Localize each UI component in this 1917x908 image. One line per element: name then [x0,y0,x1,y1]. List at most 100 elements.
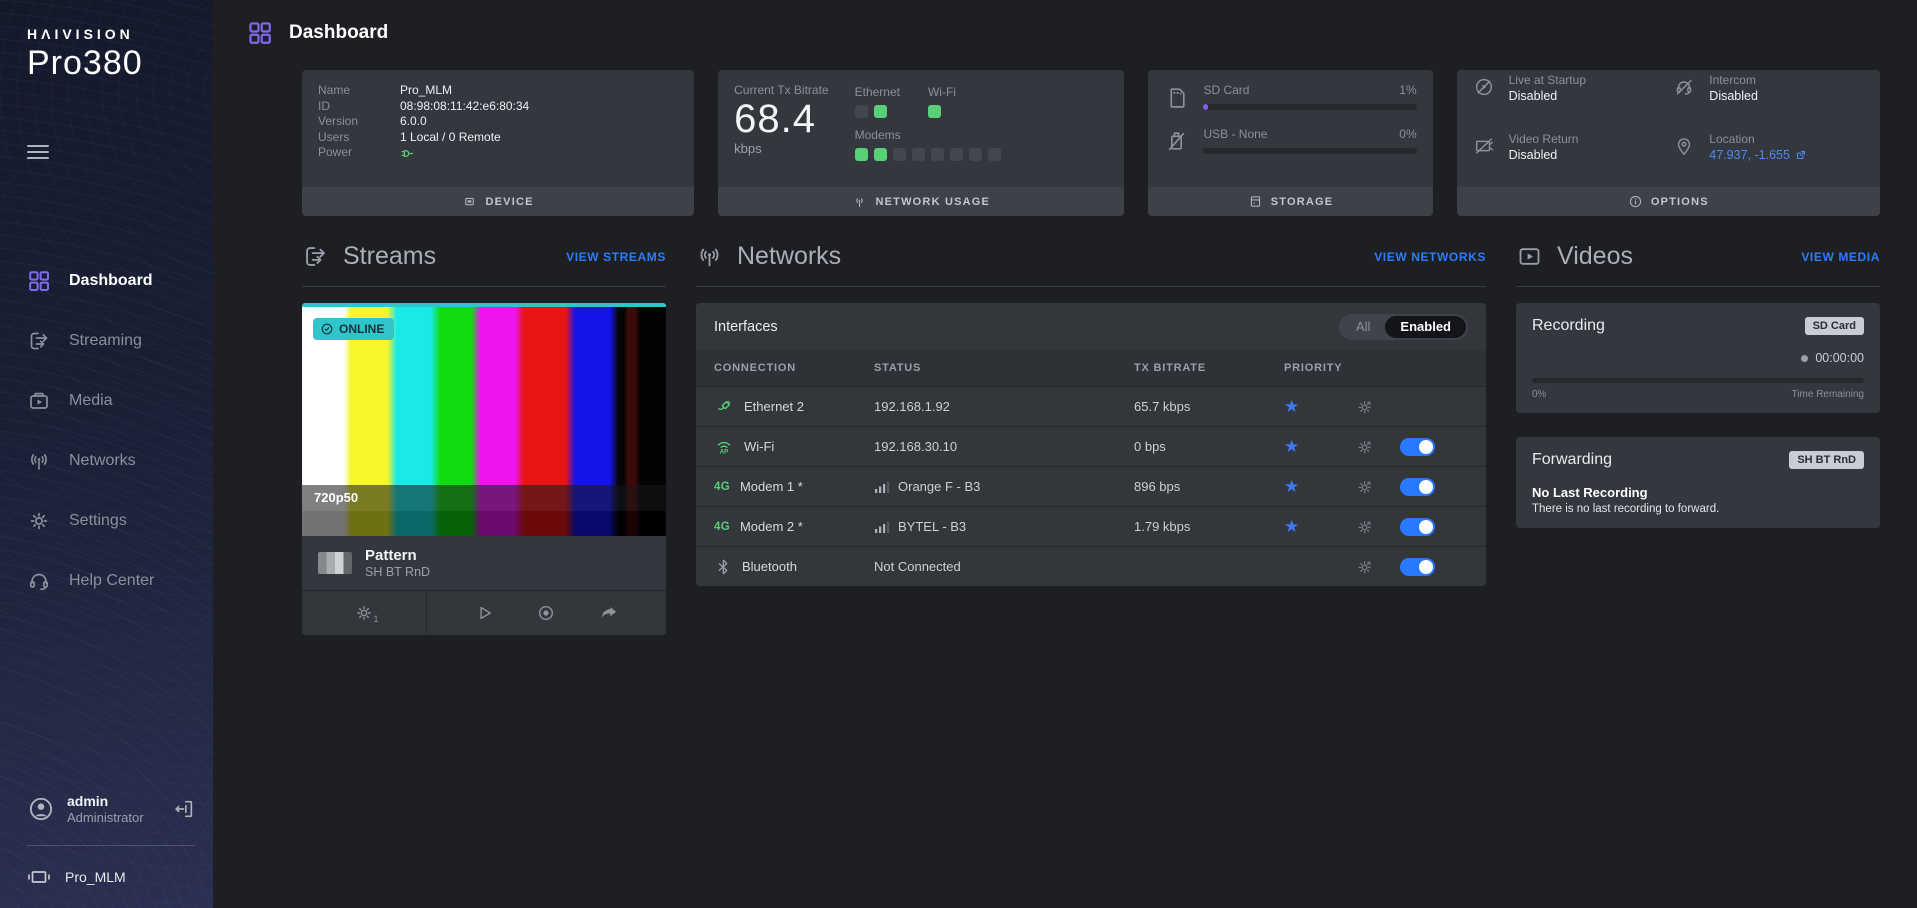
config-gear-icon[interactable] [1356,518,1374,536]
networks-title: Networks [737,242,1360,271]
bluetooth-icon [714,558,732,576]
stream-card[interactable]: ONLINE 720p50 Pattern SH BT RnD [302,303,666,635]
config-gear-icon[interactable] [1356,558,1374,576]
sidebar-item-streaming[interactable]: Streaming [0,311,213,371]
sidebar-item-label: Dashboard [69,272,153,290]
options-card-footer[interactable]: OPTIONS [1457,187,1880,216]
check-circle-icon [320,322,334,336]
device-id-label: ID [318,99,400,115]
sidebar-item-label: Settings [69,512,127,530]
priority-star-icon[interactable]: ★ [1284,517,1340,537]
interface-row-ethernet2[interactable]: Ethernet 2 192.168.1.92 65.7 kbps ★ [696,386,1486,426]
priority-star-icon[interactable]: ★ [1284,437,1340,457]
user-role: Administrator [67,810,161,825]
interface-toggle[interactable] [1400,478,1435,496]
stream-resolution: 720p50 [302,485,666,511]
usage-cell-off [931,148,944,161]
usage-cell-off [969,148,982,161]
interface-toggle[interactable] [1400,558,1435,576]
svg-text:AP: AP [720,448,729,455]
device-card: NamePro_MLM ID08:98:08:11:42:e6:80:34 Ve… [302,70,694,216]
network-usage-card-footer[interactable]: NETWORK USAGE [718,187,1124,216]
location-link[interactable]: 47.937, -1.655 [1709,148,1807,162]
user-row[interactable]: admin Administrator [27,793,195,825]
record-icon [536,603,556,623]
networks-antenna-icon [696,243,723,270]
dashboard-grid-icon [27,269,51,293]
tx-bitrate-unit: kbps [734,141,828,156]
interface-status: Orange F - B3 [898,479,980,494]
logout-icon[interactable] [173,798,195,820]
recording-dot-icon [1801,355,1808,362]
interface-toggle[interactable] [1400,438,1435,456]
sidebar-item-label: Networks [69,452,136,470]
gear-icon [354,603,374,623]
record-button[interactable] [536,603,556,623]
filter-enabled[interactable]: Enabled [1385,316,1466,338]
interface-row-modem1[interactable]: 4G Modem 1 * Orange F - B3 896 bps ★ [696,466,1486,506]
device-id-value: 08:98:08:11:42:e6:80:34 [400,99,529,115]
app-root: HΛIVISION Pro380 Dashboard Streaming [0,0,1917,908]
media-icon [27,389,51,413]
interface-row-modem2[interactable]: 4G Modem 2 * BYTEL - B3 1.79 kbps ★ [696,506,1486,546]
recording-title: Recording [1532,317,1605,335]
stream-settings-button[interactable]: 1 [302,591,427,635]
view-media-link[interactable]: VIEW MEDIA [1801,250,1880,264]
forward-button[interactable] [599,603,619,623]
interface-row-wifi[interactable]: AP Wi-Fi 192.168.30.10 0 bps ★ [696,426,1486,466]
ethernet-icon [714,397,734,417]
sidebar-item-settings[interactable]: Settings [0,491,213,551]
stream-info: Pattern SH BT RnD [302,536,666,590]
location-pin-icon [1673,135,1695,157]
live-startup-label: Live at Startup [1509,73,1586,87]
stream-status-badge: ONLINE [313,318,394,340]
filter-all[interactable]: All [1341,316,1385,338]
sidebar-item-networks[interactable]: Networks [0,431,213,491]
interface-status: Not Connected [874,559,1134,574]
config-gear-icon[interactable] [1356,438,1374,456]
interface-bitrate: 0 bps [1134,439,1284,454]
view-streams-link[interactable]: VIEW STREAMS [566,250,666,264]
sd-card-progress [1203,104,1416,110]
summary-cards: NamePro_MLM ID08:98:08:11:42:e6:80:34 Ve… [302,70,1880,216]
sidebar-item-label: Streaming [69,332,142,350]
stream-thumbnail[interactable]: ONLINE 720p50 [302,303,666,536]
interface-row-bluetooth[interactable]: Bluetooth Not Connected [696,546,1486,586]
tx-bitrate-label: Current Tx Bitrate [734,83,828,97]
col-status: STATUS [874,362,1134,374]
streams-title: Streams [343,242,552,271]
device-card-footer[interactable]: DEVICE [302,187,694,216]
sidebar-item-dashboard[interactable]: Dashboard [0,251,213,311]
page-title: Dashboard [289,22,388,44]
networks-section: Networks VIEW NETWORKS Interfaces All En… [696,242,1486,586]
forwarding-title: Forwarding [1532,451,1612,469]
interface-name: Bluetooth [742,559,797,574]
intercom-label: Intercom [1709,73,1758,87]
interface-status: 192.168.30.10 [874,439,1134,454]
power-plug-icon [400,146,415,161]
col-connection: CONNECTION [714,362,874,374]
priority-star-icon[interactable]: ★ [1284,397,1340,417]
config-gear-icon[interactable] [1356,478,1374,496]
interfaces-panel: Interfaces All Enabled CONNECTION STATUS… [696,303,1486,586]
interface-bitrate: 896 bps [1134,479,1284,494]
storage-footer-label: STORAGE [1271,196,1334,208]
config-gear-icon[interactable] [1356,398,1374,416]
interface-status: BYTEL - B3 [898,519,966,534]
sd-card-row: SD Card 1% [1164,83,1416,110]
device-name-row[interactable]: Pro_MLM [27,868,195,886]
headset-icon [27,569,51,593]
videos-title: Videos [1557,242,1787,271]
video-return-value: Disabled [1509,148,1579,162]
view-networks-link[interactable]: VIEW NETWORKS [1374,250,1486,264]
sidebar-item-media[interactable]: Media [0,371,213,431]
sidebar-item-help-center[interactable]: Help Center [0,551,213,611]
signal-bars-icon [874,479,890,495]
hamburger-menu-icon[interactable] [27,141,49,163]
sidebar-item-label: Media [69,392,113,410]
interface-toggle[interactable] [1400,518,1435,536]
play-button[interactable] [474,603,494,623]
video-play-icon [1516,243,1543,270]
storage-card-footer[interactable]: STORAGE [1148,187,1432,216]
priority-star-icon[interactable]: ★ [1284,477,1340,497]
